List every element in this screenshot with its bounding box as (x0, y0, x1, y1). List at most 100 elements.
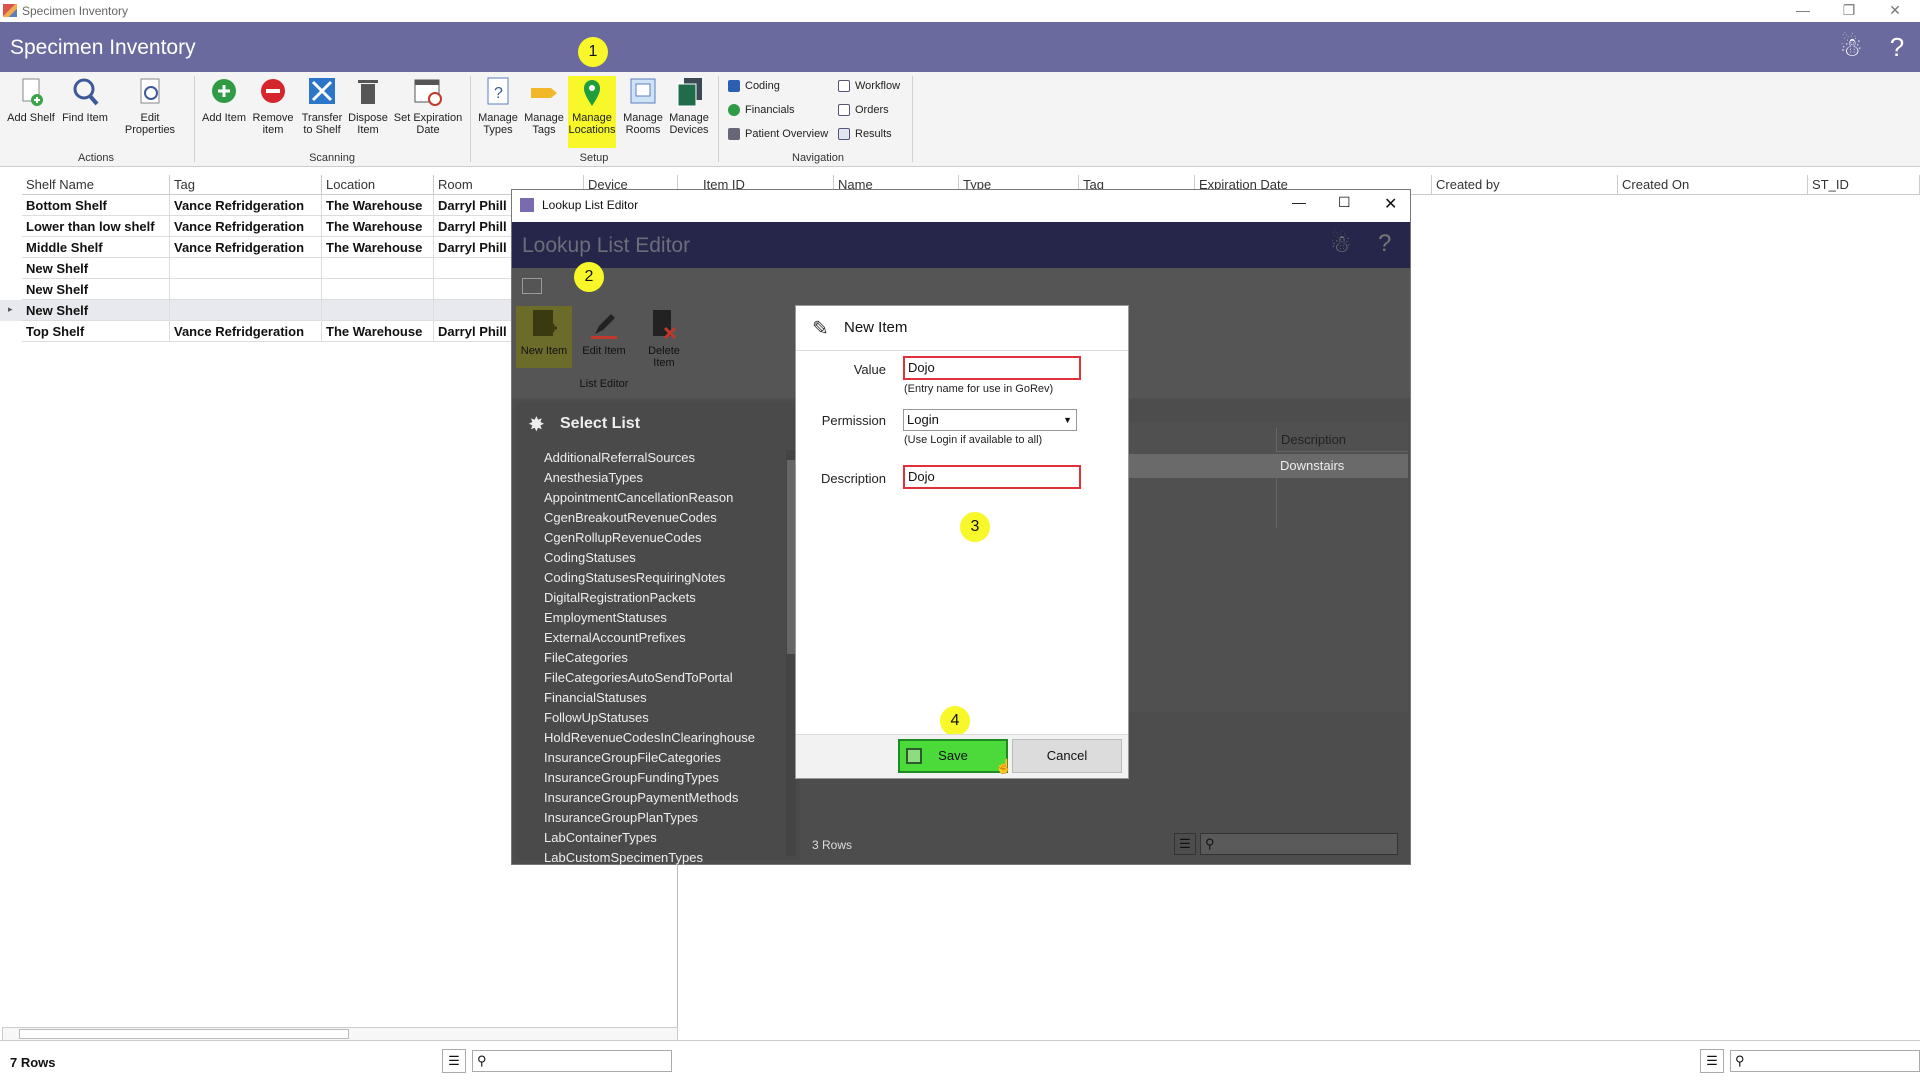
close-icon[interactable]: ✕ (1384, 194, 1397, 214)
column-header-tag[interactable]: Tag (170, 175, 322, 195)
help-icon[interactable]: ? (1882, 32, 1912, 62)
table-cell[interactable]: The Warehouse (322, 321, 434, 342)
list-item[interactable]: FileCategoriesAutoSendToPortal (544, 668, 733, 688)
list-item[interactable]: DigitalRegistrationPackets (544, 588, 696, 608)
table-cell[interactable]: Top Shelf (22, 321, 170, 342)
new-item-button[interactable]: New Item (516, 306, 572, 368)
add-item-button[interactable]: Add Item (200, 76, 248, 124)
list-item[interactable]: CodingStatuses (544, 548, 636, 568)
scrollbar-thumb[interactable] (787, 460, 795, 654)
nav-coding-link[interactable]: Coding (728, 77, 780, 95)
value-label: Value (853, 362, 886, 377)
restore-icon[interactable]: ❐ (1826, 0, 1872, 22)
list-item[interactable]: EmploymentStatuses (544, 608, 667, 628)
table-cell[interactable] (170, 300, 322, 321)
value-input[interactable]: Dojo (903, 356, 1081, 380)
table-cell[interactable]: Bottom Shelf (22, 195, 170, 216)
list-item[interactable]: CgenBreakoutRevenueCodes (544, 508, 717, 528)
list-item[interactable]: InsuranceGroupFundingTypes (544, 768, 719, 788)
menu-icon[interactable]: ☰ (1174, 833, 1196, 855)
scrollbar-thumb[interactable] (19, 1029, 349, 1039)
column-header-created-by[interactable]: Created by (1432, 175, 1618, 195)
table-cell[interactable] (322, 258, 434, 279)
list-item[interactable]: CodingStatusesRequiringNotes (544, 568, 725, 588)
table-cell[interactable]: Vance Refridgeration (170, 321, 322, 342)
edit-properties-button[interactable]: Edit Properties (114, 76, 186, 136)
list-item[interactable]: AdditionalReferralSources (544, 448, 695, 468)
set-expiration-date-button[interactable]: Set Expiration Date (392, 76, 464, 136)
column-header-description[interactable]: Description (1276, 428, 1408, 452)
search-input[interactable]: ⚲ (472, 1050, 672, 1072)
menu-icon[interactable]: ☰ (442, 1049, 466, 1073)
nav-orders-link[interactable]: Orders (838, 101, 889, 119)
find-item-button[interactable]: Find Item (60, 76, 110, 124)
manage-rooms-button[interactable]: Manage Rooms (620, 76, 666, 136)
column-header-created-on[interactable]: Created On (1618, 175, 1808, 195)
list-item[interactable]: FileCategories (544, 648, 628, 668)
manage-tags-button[interactable]: Manage Tags (522, 76, 566, 136)
list-item[interactable]: LabCustomSpecimenTypes (544, 848, 703, 868)
manage-types-button[interactable]: ? Manage Types (476, 76, 520, 136)
table-cell[interactable]: Lower than low shelf (22, 216, 170, 237)
save-button[interactable]: Save ☝ (898, 739, 1012, 774)
search-input[interactable]: ⚲ (1200, 833, 1398, 855)
horizontal-scrollbar[interactable] (2, 1027, 678, 1041)
add-shelf-button[interactable]: Add Shelf (6, 76, 56, 124)
list-item[interactable]: HoldRevenueCodesInClearinghouse (544, 728, 755, 748)
list-item[interactable]: InsuranceGroupFileCategories (544, 748, 721, 768)
status-bar: 7 Rows ☰ ⚲ ☰ ⚲ (0, 1040, 1920, 1080)
user-icon[interactable]: ☃ (1836, 32, 1866, 62)
table-cell[interactable]: The Warehouse (322, 195, 434, 216)
nav-patient-overview-link[interactable]: Patient Overview (728, 125, 828, 143)
delete-item-button[interactable]: Delete Item (636, 306, 692, 376)
manage-devices-button[interactable]: Manage Devices (666, 76, 712, 136)
list-item[interactable]: AnesthesiaTypes (544, 468, 643, 488)
transfer-to-shelf-button[interactable]: Transfer to Shelf (298, 76, 346, 136)
search-input[interactable]: ⚲ (1730, 1050, 1920, 1072)
nav-workflow-link[interactable]: Workflow (838, 77, 900, 95)
cancel-button[interactable]: Cancel (1012, 739, 1122, 773)
table-cell[interactable]: The Warehouse (322, 237, 434, 258)
table-cell[interactable]: Middle Shelf (22, 237, 170, 258)
minimize-icon[interactable]: — (1780, 0, 1826, 22)
table-cell[interactable]: New Shelf (22, 258, 170, 279)
list-item[interactable]: AppointmentCancellationReason (544, 488, 733, 508)
list-item[interactable]: InsuranceGroupPaymentMethods (544, 788, 738, 808)
list-item[interactable]: LabContainerTypes (544, 828, 657, 848)
search-icon: ⚲ (1735, 1053, 1745, 1068)
maximize-icon[interactable]: ☐ (1338, 194, 1351, 211)
column-header-shelf-name[interactable]: Shelf Name (22, 175, 170, 195)
permission-select[interactable]: Login ▼ (903, 409, 1077, 431)
table-cell[interactable]: The Warehouse (322, 216, 434, 237)
column-header-location[interactable]: Location (322, 175, 434, 195)
description-input[interactable]: Dojo (903, 465, 1081, 489)
table-cell[interactable]: Vance Refridgeration (170, 237, 322, 258)
menu-icon[interactable]: ☰ (1700, 1049, 1724, 1073)
column-header-st-id[interactable]: ST_ID (1808, 175, 1920, 195)
table-cell[interactable] (170, 279, 322, 300)
list-item[interactable]: CgenRollupRevenueCodes (544, 528, 702, 548)
list-item[interactable]: FollowUpStatuses (544, 708, 649, 728)
nav-financials-link[interactable]: Financials (728, 101, 795, 119)
manage-locations-button[interactable]: Manage Locations (568, 76, 616, 148)
list-item[interactable]: FinancialStatuses (544, 688, 647, 708)
table-row[interactable] (1110, 454, 1408, 478)
table-cell[interactable]: New Shelf (22, 300, 170, 321)
list-item[interactable]: InsuranceGroupPlanTypes (544, 808, 698, 828)
user-icon[interactable]: ☃ (1330, 230, 1352, 259)
table-cell[interactable]: Vance Refridgeration (170, 195, 322, 216)
remove-item-button[interactable]: Remove item (250, 76, 296, 136)
dispose-item-button[interactable]: Dispose Item (348, 76, 388, 136)
table-cell[interactable] (322, 300, 434, 321)
close-icon[interactable]: ✕ (1872, 0, 1918, 22)
nav-results-link[interactable]: Results (838, 125, 892, 143)
ribbon-menu-icon[interactable] (522, 278, 542, 294)
help-icon[interactable]: ? (1378, 230, 1391, 258)
table-cell[interactable] (170, 258, 322, 279)
minimize-icon[interactable]: — (1292, 194, 1306, 210)
edit-item-button[interactable]: Edit Item (576, 306, 632, 368)
table-cell[interactable]: Vance Refridgeration (170, 216, 322, 237)
table-cell[interactable] (322, 279, 434, 300)
table-cell[interactable]: New Shelf (22, 279, 170, 300)
list-item[interactable]: ExternalAccountPrefixes (544, 628, 686, 648)
